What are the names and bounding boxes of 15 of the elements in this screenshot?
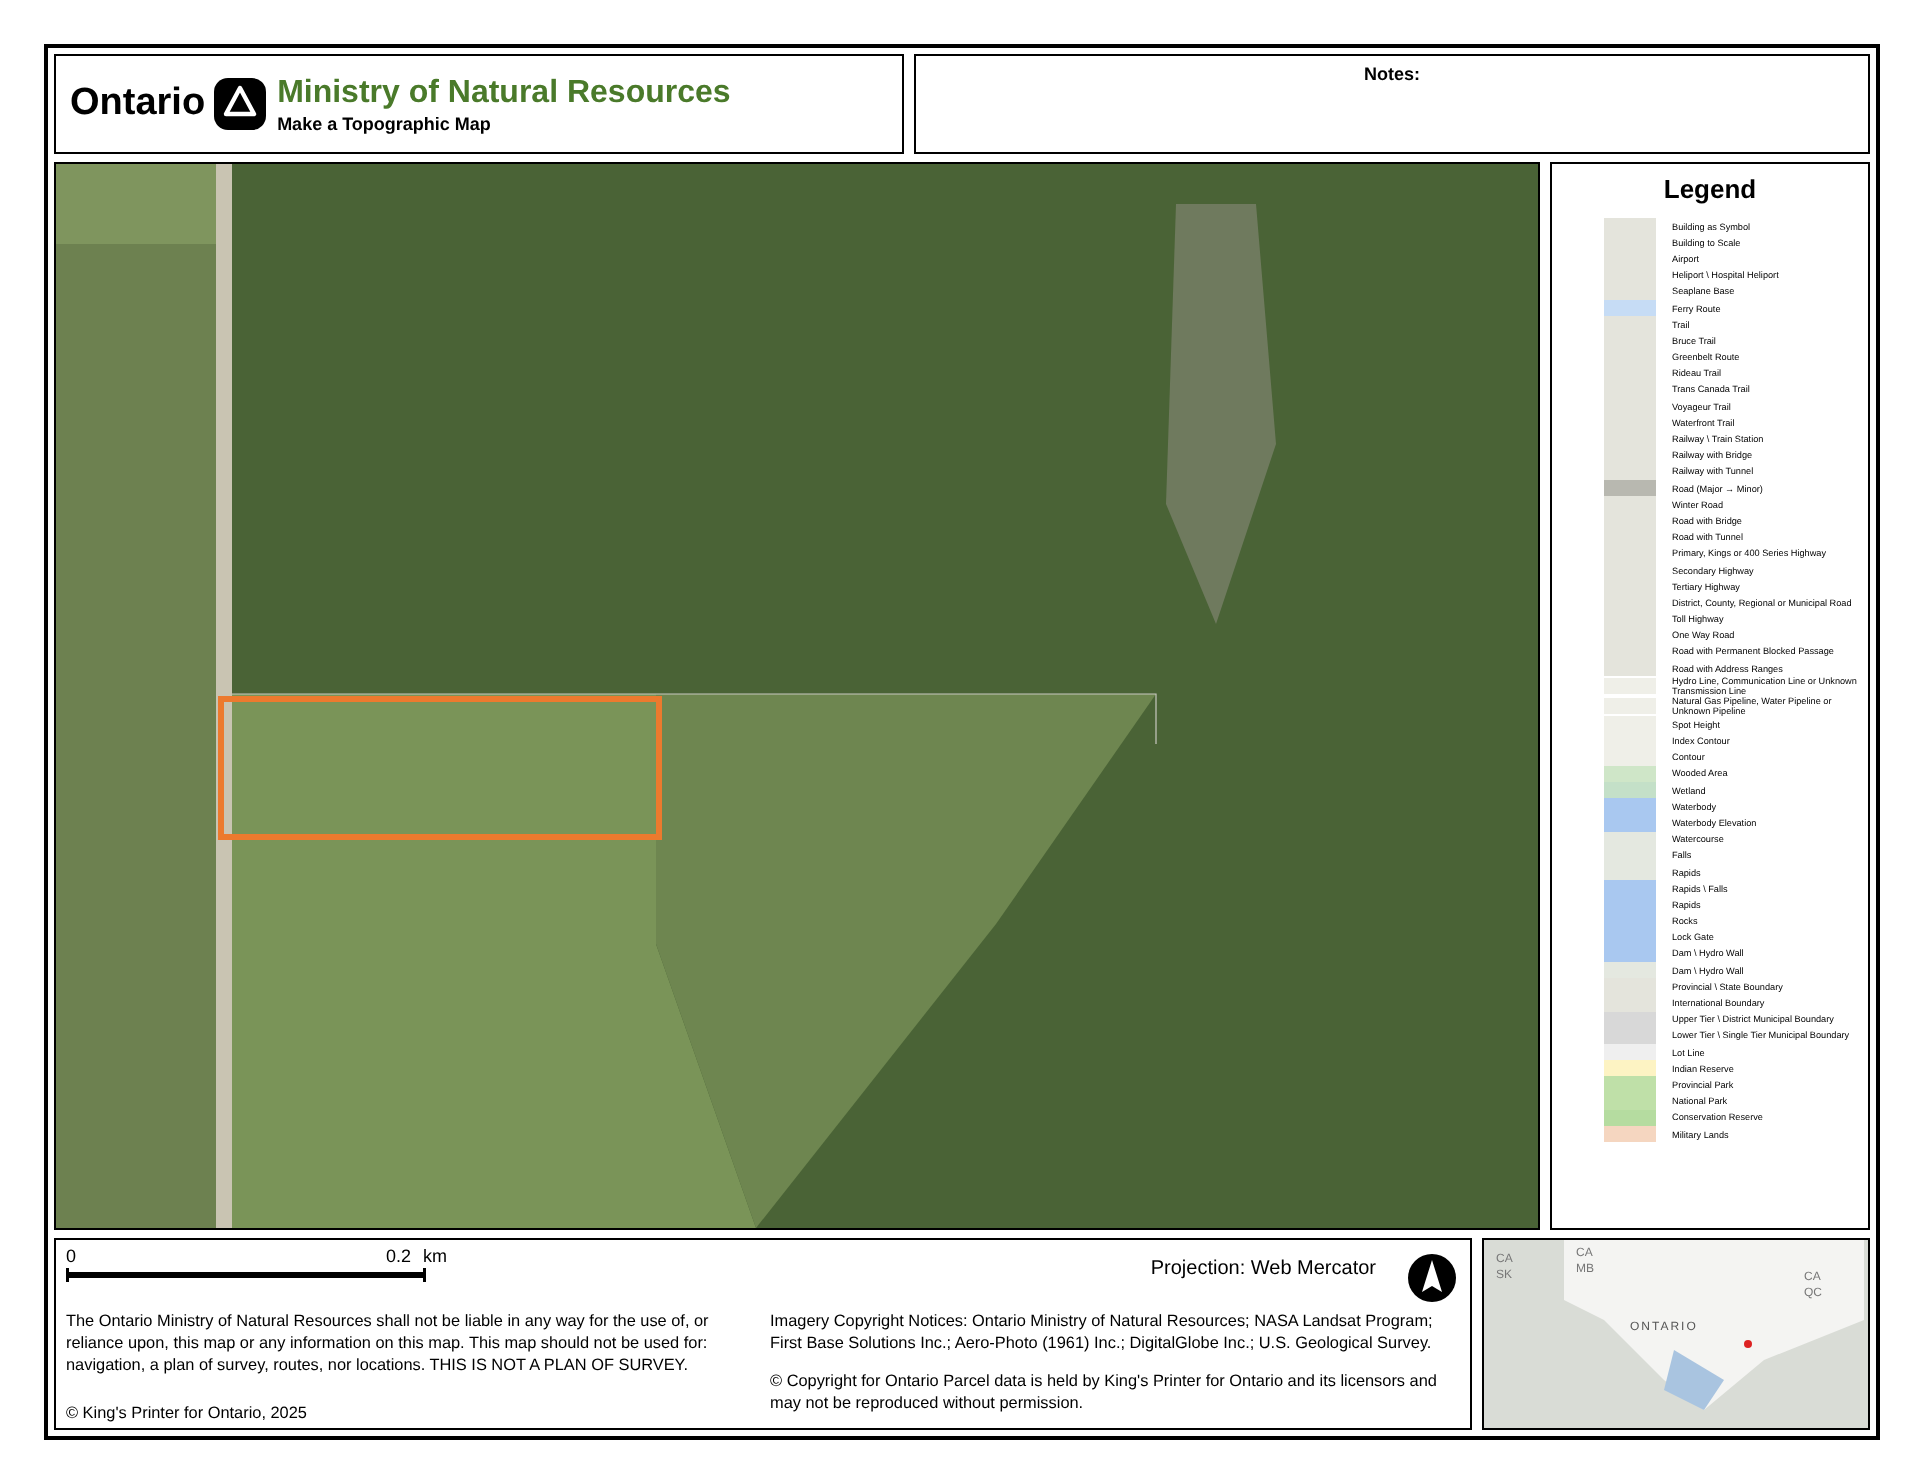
scale-unit-label: km	[423, 1246, 448, 1268]
legend-title: Legend	[1663, 174, 1757, 206]
copyright-text: © King's Printer for Ontario, 2025	[66, 1402, 309, 1424]
parcel-notice-text: © Copyright for Ontario Parcel data is held by King's Printer for Ontario and its licensors and may not be reproduced without permission.	[770, 1370, 1439, 1414]
imagery-notice-text: Imagery Copyright Notices: Ontario Ministry of Natural Resources; NASA Landsat Program; First Base Solutions Inc.; Aero-Photo (1961) Inc.; DigitalGlobe Inc.; U.S. Geological Survey.	[770, 1310, 1435, 1354]
projection-label: Projection: Web Mercator	[1150, 1256, 1376, 1284]
ministry-title: Ministry of Natural Resources	[277, 73, 731, 111]
disclaimer-text: The Ontario Ministry of Natural Resources shall not be liable in any way for the use of, or reliance upon, this map or any information on this map. This map should not be used for: navigation, a plan of survey, routes, nor locations. THIS IS NOT A PLAN OF SURVEY.	[66, 1310, 711, 1376]
notes-label: Notes:	[1363, 62, 1420, 88]
trillium-logo-icon	[213, 78, 266, 130]
scale-bar-icon	[66, 1268, 426, 1282]
scale-start-label: 0	[66, 1246, 77, 1268]
map-subtitle: Make a Topographic Map	[277, 111, 493, 135]
brand-wordmark: Ontario	[70, 79, 206, 128]
scale-end-label: 0.2	[386, 1246, 412, 1268]
